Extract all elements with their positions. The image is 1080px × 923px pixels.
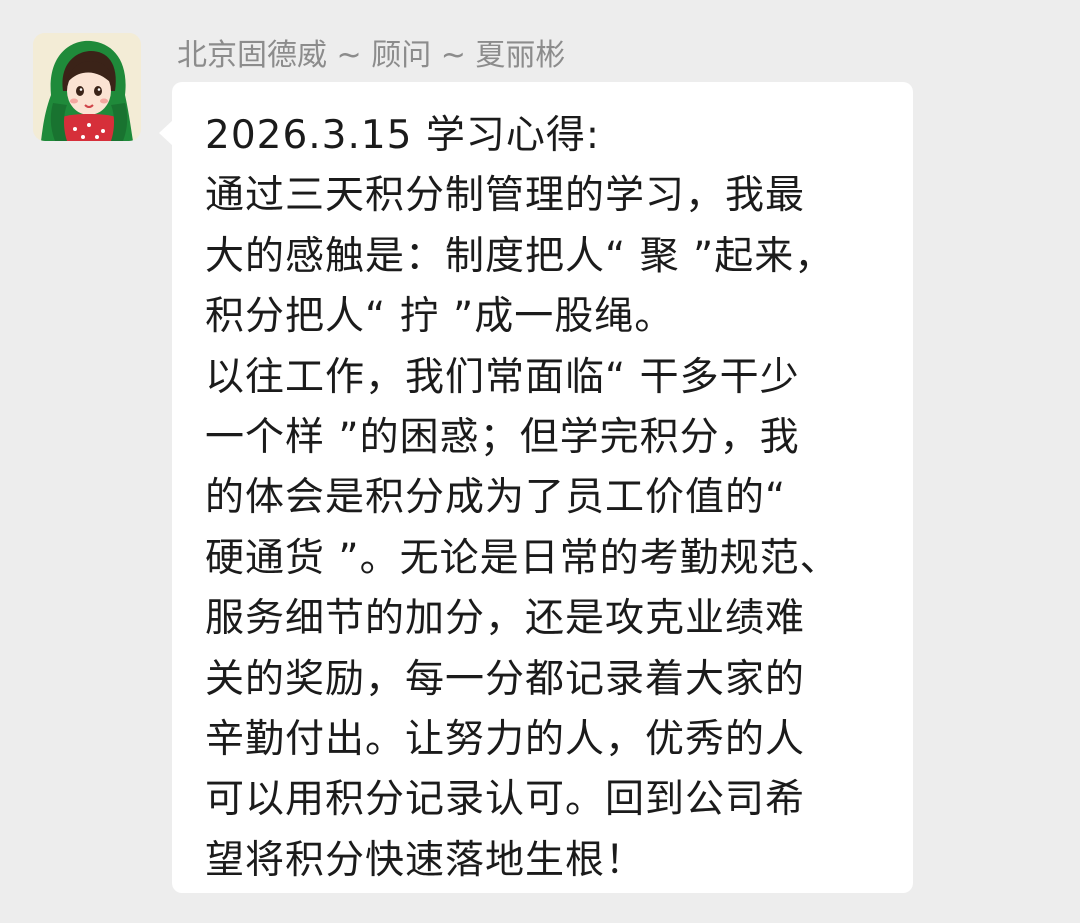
bubble-tail — [159, 120, 173, 146]
sender-name: 北京固德威 ~ 顾问 ~ 夏丽彬 — [177, 38, 566, 73]
message-text: 2026.3.15 学习心得: 通过三天积分制管理的学习，我最 大的感触是：制度… — [205, 113, 840, 883]
avatar[interactable] — [33, 33, 141, 141]
cartoon-girl-avatar-icon — [33, 33, 141, 141]
message-bubble[interactable]: 2026.3.15 学习心得: 通过三天积分制管理的学习，我最 大的感触是：制度… — [159, 82, 913, 893]
